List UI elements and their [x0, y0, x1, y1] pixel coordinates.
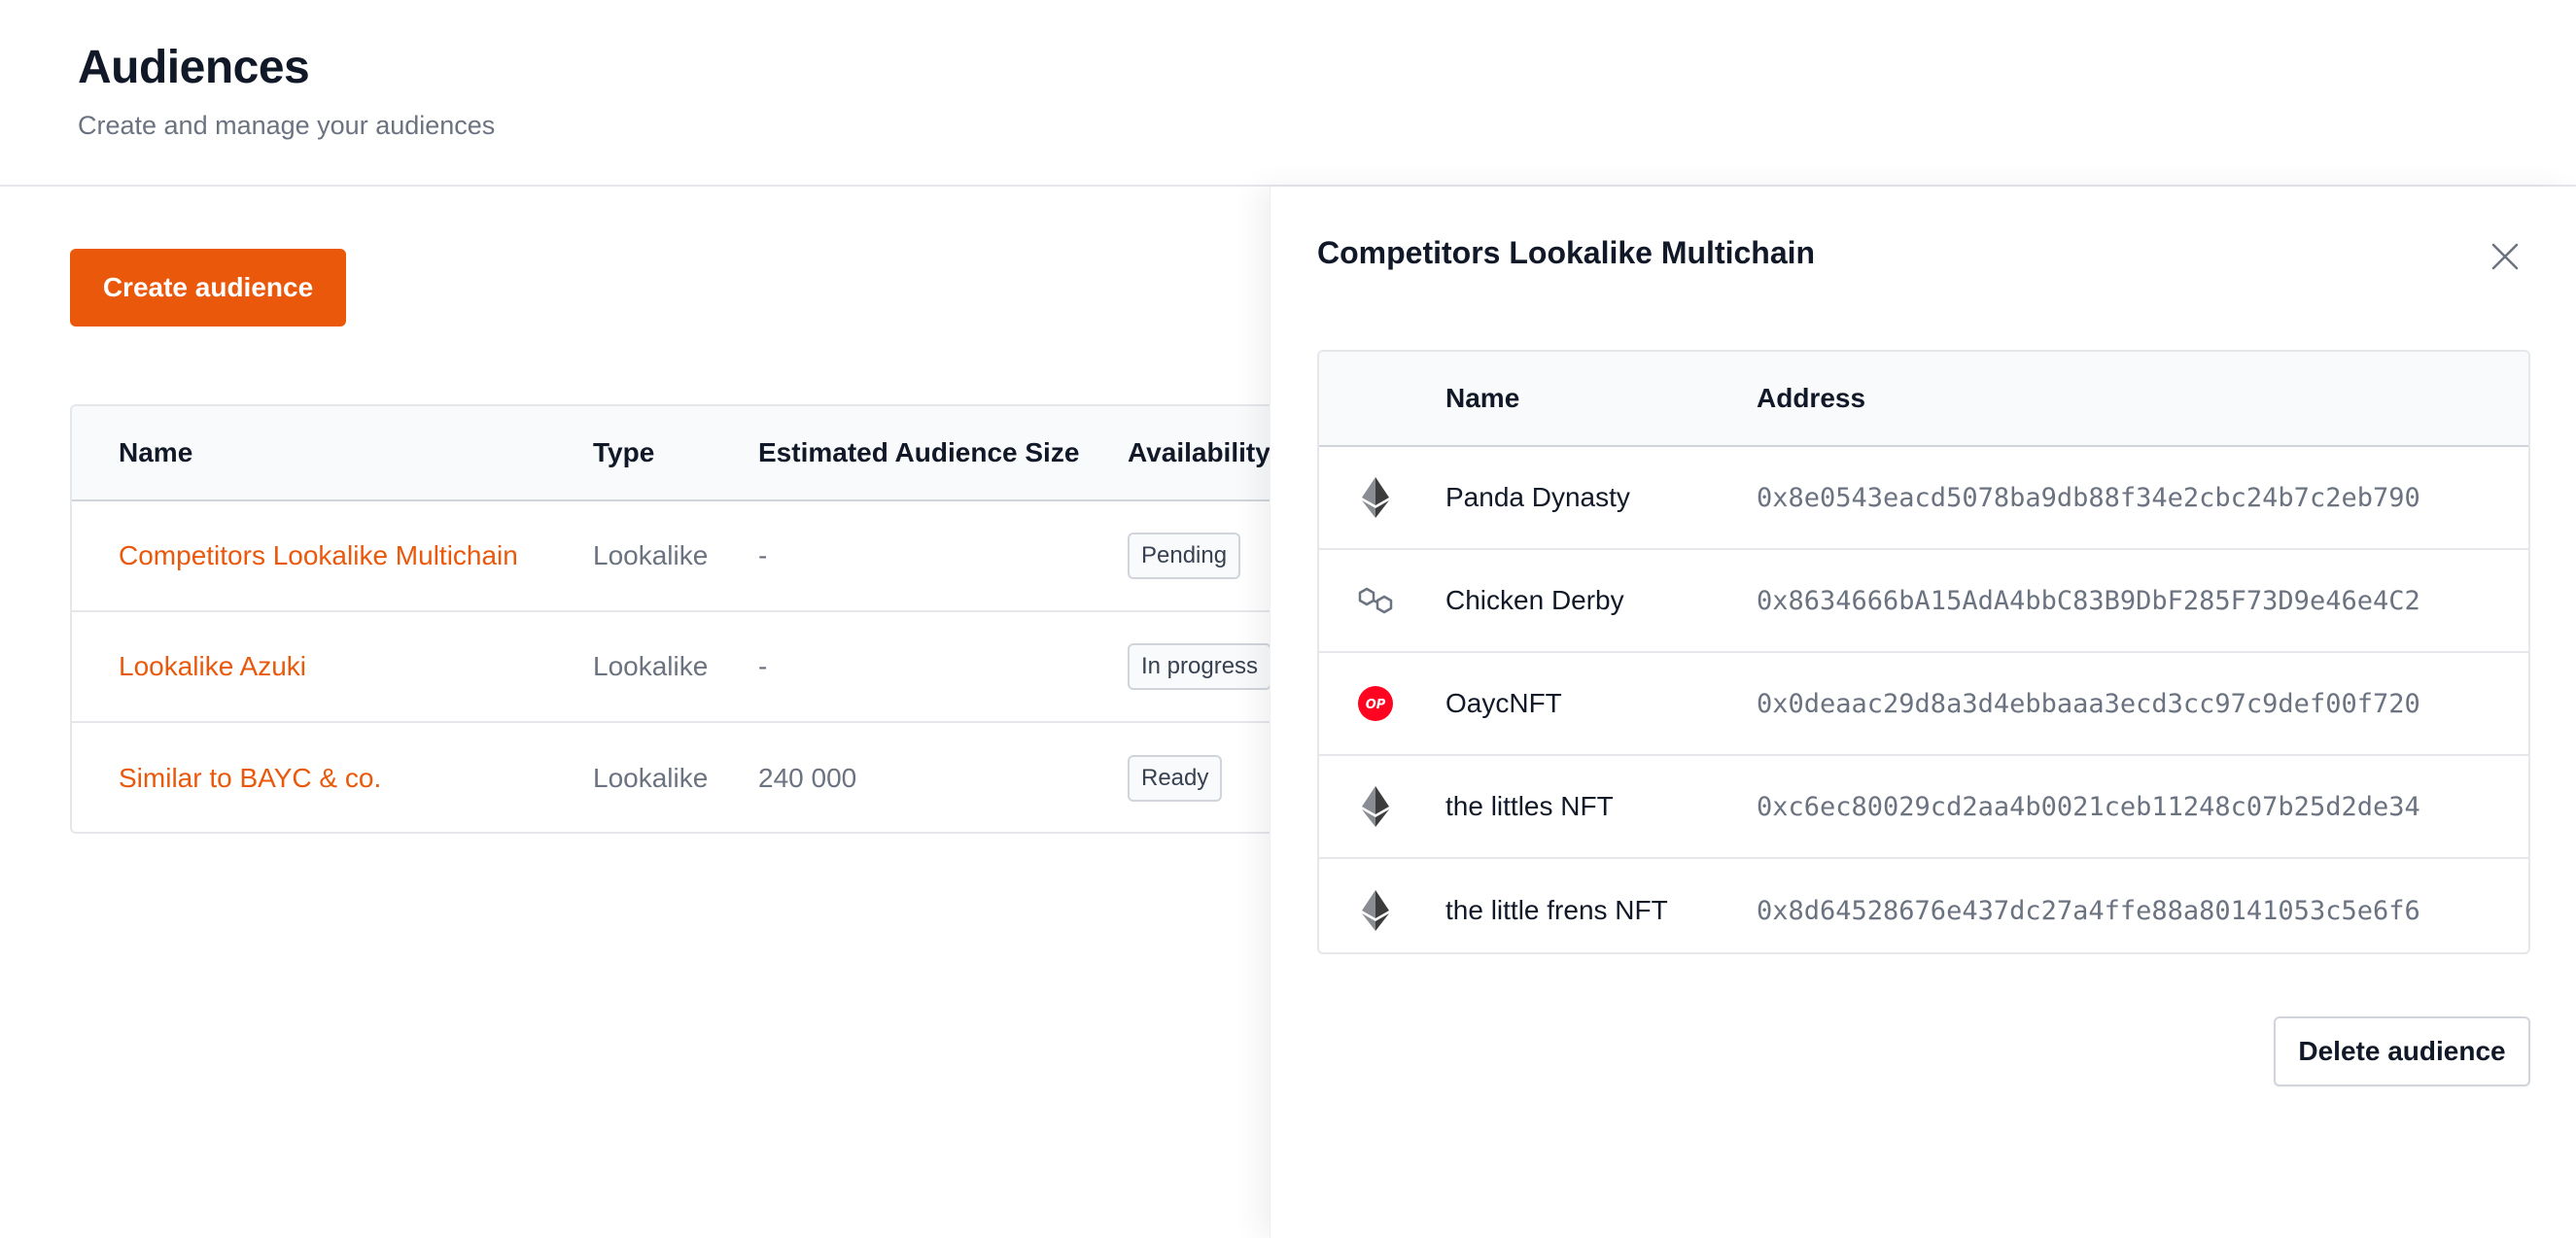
- table-row[interactable]: Similar to BAYC & co. Lookalike 240 000 …: [72, 723, 1293, 832]
- svg-text:OP: OP: [1366, 698, 1386, 712]
- audience-name-link[interactable]: Lookalike Azuki: [119, 612, 306, 721]
- close-icon: [2491, 243, 2519, 270]
- table-row: Panda Dynasty 0x8e0543eacd5078ba9db88f34…: [1319, 447, 2528, 550]
- polygon-icon: [1358, 587, 1393, 614]
- table-row: the little frens NFT 0x8d64528676e437dc2…: [1319, 859, 2528, 952]
- chain-cell: [1356, 756, 1395, 857]
- audience-type: Lookalike: [593, 540, 709, 570]
- audience-name-link[interactable]: Competitors Lookalike Multichain: [119, 501, 518, 610]
- close-button[interactable]: [2486, 237, 2524, 276]
- drawer-title: Competitors Lookalike Multichain: [1317, 235, 1816, 270]
- collection-address: 0xc6ec80029cd2aa4b0021ceb11248c07b25d2de…: [1757, 791, 2420, 822]
- status-badge: Pending: [1128, 532, 1241, 580]
- page-header: Audiences Create and manage your audienc…: [0, 0, 2576, 187]
- audiences-table: Name Type Estimated Audience Size Availa…: [70, 404, 1295, 834]
- collection-address: 0x8e0543eacd5078ba9db88f34e2cbc24b7c2eb7…: [1757, 482, 2420, 513]
- column-header-availability: Availability: [1128, 437, 1271, 467]
- collections-table-header: Name Address: [1319, 352, 2528, 447]
- collection-name: Chicken Derby: [1445, 585, 1624, 615]
- collection-name: the little frens NFT: [1445, 895, 1668, 925]
- audience-detail-drawer: Competitors Lookalike Multichain Name Ad…: [1270, 187, 2576, 1238]
- collection-name: Panda Dynasty: [1445, 482, 1630, 512]
- status-badge: In progress: [1128, 642, 1272, 691]
- status-badge: Ready: [1128, 754, 1223, 803]
- chain-cell: OP: [1356, 653, 1395, 754]
- column-header-address: Address: [1757, 383, 1866, 413]
- app: Audiences Create and manage your audienc…: [0, 0, 2576, 1238]
- optimism-icon: OP: [1358, 686, 1393, 721]
- availability-cell: In progress: [1128, 612, 1272, 721]
- delete-audience-button[interactable]: Delete audience: [2274, 1016, 2530, 1086]
- ethereum-icon: [1362, 786, 1389, 827]
- collection-address: 0x8634666bA15AdA4bbC83B9DbF285F73D9e46e4…: [1757, 585, 2420, 616]
- collection-name: OaycNFT: [1445, 688, 1562, 718]
- page-title: Audiences: [78, 42, 310, 93]
- chain-cell: [1356, 447, 1395, 548]
- audience-type: Lookalike: [593, 651, 709, 681]
- column-header-name: Name: [119, 437, 193, 467]
- column-header-name: Name: [1445, 383, 1520, 413]
- chain-cell: [1356, 550, 1395, 651]
- column-header-size: Estimated Audience Size: [758, 437, 1080, 467]
- table-row[interactable]: Lookalike Azuki Lookalike - In progress: [72, 612, 1293, 723]
- audience-type: Lookalike: [593, 763, 709, 793]
- table-row: Chicken Derby 0x8634666bA15AdA4bbC83B9Db…: [1319, 550, 2528, 653]
- chain-cell: [1356, 859, 1395, 952]
- create-audience-button[interactable]: Create audience: [70, 249, 346, 327]
- collection-name: the littles NFT: [1445, 791, 1614, 821]
- table-row: the littles NFT 0xc6ec80029cd2aa4b0021ce…: [1319, 756, 2528, 859]
- ethereum-icon: [1362, 890, 1389, 931]
- column-header-type: Type: [593, 437, 655, 467]
- table-row: OP OaycNFT 0x0deaac29d8a3d4ebbaaa3ecd3cc…: [1319, 653, 2528, 756]
- collections-table: Name Address Panda Dynasty 0x8e0543eacd5…: [1317, 350, 2530, 954]
- availability-cell: Pending: [1128, 501, 1241, 610]
- collection-address: 0x8d64528676e437dc27a4ffe88a80141053c5e6…: [1757, 895, 2420, 926]
- table-row[interactable]: Competitors Lookalike Multichain Lookali…: [72, 501, 1293, 612]
- availability-cell: Ready: [1128, 723, 1223, 832]
- audience-size: 240 000: [758, 763, 857, 793]
- audience-name-link[interactable]: Similar to BAYC & co.: [119, 723, 381, 832]
- audience-size: -: [758, 540, 768, 570]
- audience-size: -: [758, 651, 768, 681]
- ethereum-icon: [1362, 477, 1389, 518]
- collection-address: 0x0deaac29d8a3d4ebbaaa3ecd3cc97c9def00f7…: [1757, 688, 2420, 719]
- page-subtitle: Create and manage your audiences: [78, 111, 496, 140]
- table-header: Name Type Estimated Audience Size Availa…: [72, 406, 1293, 501]
